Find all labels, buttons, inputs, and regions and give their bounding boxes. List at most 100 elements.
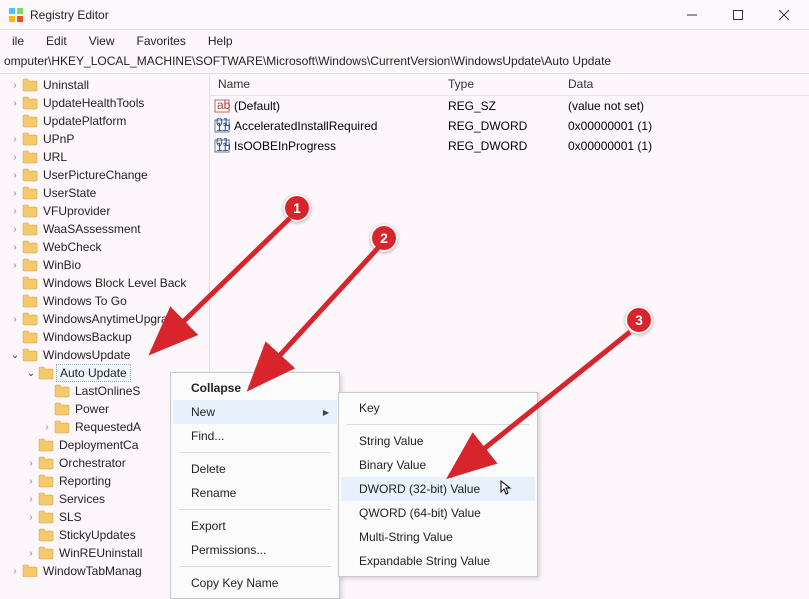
chevron-right-icon[interactable]: ›	[8, 152, 22, 163]
menu-edit[interactable]: Edit	[36, 32, 77, 50]
string-value-icon	[214, 98, 230, 114]
menu-separator	[347, 424, 529, 425]
menu-item[interactable]: Copy Key Name	[173, 571, 337, 595]
tree-item-label: Power	[72, 401, 112, 417]
tree-item[interactable]: › Uninstall	[0, 76, 209, 94]
menu-item[interactable]: Expandable String Value	[341, 549, 535, 573]
folder-icon	[22, 78, 38, 92]
col-type[interactable]: Type	[440, 74, 560, 95]
list-row[interactable]: IsOOBEInProgressREG_DWORD0x00000001 (1)	[210, 136, 809, 156]
tree-item[interactable]: ›UserState	[0, 184, 209, 202]
menu-view[interactable]: View	[79, 32, 125, 50]
tree-item-label: UserPictureChange	[40, 167, 151, 183]
tree-item-label: LastOnlineS	[72, 383, 143, 399]
menu-item[interactable]: Export	[173, 514, 337, 538]
menu-item[interactable]: Rename	[173, 481, 337, 505]
folder-icon	[22, 294, 38, 308]
tree-item[interactable]: ›UPnP	[0, 130, 209, 148]
menu-item[interactable]: New	[173, 400, 337, 424]
chevron-right-icon[interactable]: ›	[8, 188, 22, 199]
chevron-right-icon[interactable]: ›	[24, 476, 38, 487]
tree-item-label: WinBio	[40, 257, 84, 273]
tree-item[interactable]: › URL	[0, 148, 209, 166]
app-icon	[8, 7, 24, 23]
chevron-right-icon[interactable]: ›	[8, 224, 22, 235]
menu-item[interactable]: Find...	[173, 424, 337, 448]
tree-item[interactable]: ›WindowsAnytimeUpgra	[0, 310, 209, 328]
tree-item-label: Uninstall	[40, 77, 92, 93]
tree-item[interactable]: ›WebCheck	[0, 238, 209, 256]
chevron-right-icon[interactable]: ›	[8, 206, 22, 217]
chevron-right-icon[interactable]: ›	[24, 494, 38, 505]
chevron-right-icon[interactable]: ›	[8, 566, 22, 577]
chevron-right-icon[interactable]: ›	[24, 512, 38, 523]
address-bar[interactable]: omputer\HKEY_LOCAL_MACHINE\SOFTWARE\Micr…	[0, 52, 809, 74]
minimize-button[interactable]	[669, 0, 715, 30]
cell-name: IsOOBEInProgress	[234, 139, 440, 153]
menu-item[interactable]: Binary Value	[341, 453, 535, 477]
menu-item[interactable]: Collapse	[173, 376, 337, 400]
tree-item-label: UpdateHealthTools	[40, 95, 147, 111]
menu-file[interactable]: ile	[2, 32, 34, 50]
chevron-right-icon[interactable]: ›	[8, 260, 22, 271]
callout-3: 3	[625, 306, 653, 334]
chevron-right-icon[interactable]: ›	[24, 458, 38, 469]
close-button[interactable]	[761, 0, 807, 30]
chevron-right-icon[interactable]: ›	[40, 422, 54, 433]
chevron-right-icon[interactable]: ›	[24, 548, 38, 559]
chevron-right-icon[interactable]: ›	[8, 80, 22, 91]
binary-value-icon	[214, 118, 230, 134]
callout-2: 2	[370, 224, 398, 252]
chevron-right-icon[interactable]: ›	[8, 314, 22, 325]
maximize-button[interactable]	[715, 0, 761, 30]
tree-item[interactable]: › UpdateHealthTools	[0, 94, 209, 112]
folder-icon	[38, 366, 54, 380]
chevron-right-icon[interactable]: ›	[8, 134, 22, 145]
folder-icon	[22, 348, 38, 362]
cell-type: REG_SZ	[440, 99, 560, 113]
tree-item[interactable]: Windows To Go	[0, 292, 209, 310]
tree-item-label: WinREUninstall	[56, 545, 145, 561]
folder-icon	[22, 96, 38, 110]
tree-item-label: Auto Update	[56, 364, 131, 382]
chevron-down-icon[interactable]: ⌄	[8, 350, 22, 361]
list-row[interactable]: (Default)REG_SZ(value not set)	[210, 96, 809, 116]
folder-icon	[54, 402, 70, 416]
tree-item[interactable]: › WaaSAssessment	[0, 220, 209, 238]
window-title: Registry Editor	[30, 8, 669, 22]
folder-icon	[38, 456, 54, 470]
menu-item[interactable]: Delete	[173, 457, 337, 481]
menu-help[interactable]: Help	[198, 32, 243, 50]
menu-favorites[interactable]: Favorites	[127, 32, 196, 50]
tree-item-label: StickyUpdates	[56, 527, 139, 543]
menu-item[interactable]: QWORD (64-bit) Value	[341, 501, 535, 525]
menu-item[interactable]: Multi-String Value	[341, 525, 535, 549]
list-row[interactable]: AcceleratedInstallRequiredREG_DWORD0x000…	[210, 116, 809, 136]
tree-item-label: WaaSAssessment	[40, 221, 144, 237]
tree-item[interactable]: WindowsBackup	[0, 328, 209, 346]
folder-icon	[38, 492, 54, 506]
chevron-down-icon[interactable]: ⌄	[24, 368, 38, 379]
folder-icon	[22, 186, 38, 200]
col-name[interactable]: Name	[210, 74, 440, 95]
chevron-right-icon[interactable]: ›	[8, 242, 22, 253]
col-data[interactable]: Data	[560, 74, 809, 95]
chevron-right-icon[interactable]: ›	[8, 170, 22, 181]
tree-item[interactable]: › WinBio	[0, 256, 209, 274]
menu-item[interactable]: Permissions...	[173, 538, 337, 562]
chevron-right-icon[interactable]: ›	[8, 98, 22, 109]
tree-item[interactable]: › UserPictureChange	[0, 166, 209, 184]
folder-icon	[38, 474, 54, 488]
cell-type: REG_DWORD	[440, 119, 560, 133]
folder-icon	[54, 420, 70, 434]
tree-item-label: SLS	[56, 509, 85, 525]
tree-item-label: Services	[56, 491, 108, 507]
tree-item[interactable]: Windows Block Level Back	[0, 274, 209, 292]
tree-item[interactable]: ⌄WindowsUpdate	[0, 346, 209, 364]
tree-item[interactable]: UpdatePlatform	[0, 112, 209, 130]
tree-item[interactable]: ›VFUprovider	[0, 202, 209, 220]
tree-item-label: URL	[40, 149, 70, 165]
folder-icon	[22, 132, 38, 146]
menu-item[interactable]: Key	[341, 396, 535, 420]
menu-item[interactable]: String Value	[341, 429, 535, 453]
